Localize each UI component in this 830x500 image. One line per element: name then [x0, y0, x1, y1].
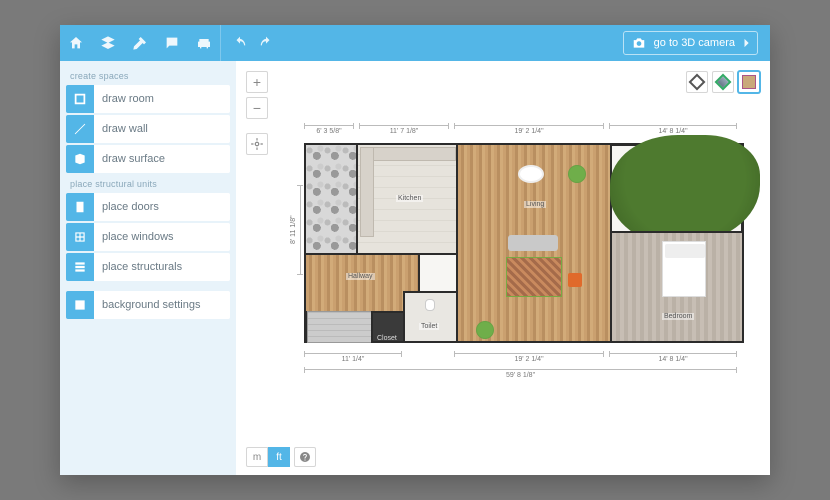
sidebar-item-place-windows[interactable]: place windows [66, 223, 230, 251]
room-toilet[interactable]: Toilet [403, 291, 458, 343]
stairs[interactable] [307, 311, 373, 343]
sidebar-item-label: place windows [102, 231, 174, 243]
dimension-label: 59' 8 1/8" [304, 369, 737, 379]
room-closet[interactable]: Closet [371, 311, 405, 343]
dimension-label: 14' 8 1/4" [609, 353, 737, 363]
window-icon [66, 223, 94, 251]
room-label: Hallway [346, 273, 375, 280]
sidebar-group-structural: place structural units [66, 175, 230, 191]
help-button[interactable] [294, 447, 316, 467]
chevron-right-icon [743, 38, 751, 48]
layers-icon[interactable] [92, 25, 124, 61]
home-icon[interactable] [60, 25, 92, 61]
draw-surface-icon [66, 145, 94, 173]
room-living[interactable]: Living [456, 143, 612, 343]
sidebar: create spaces draw room draw wall draw s… [60, 61, 236, 475]
room-kitchen[interactable]: Kitchen [356, 143, 458, 255]
app-body: create spaces draw room draw wall draw s… [60, 61, 770, 475]
dimension-label: 19' 2 1/4" [454, 125, 604, 135]
sidebar-item-label: draw wall [102, 123, 148, 135]
topbar: go to 3D camera [60, 25, 770, 61]
view-mode-controls [686, 71, 760, 93]
room-label: Closet [375, 335, 399, 342]
sidebar-item-label: background settings [102, 299, 200, 311]
go-to-3d-camera-button[interactable]: go to 3D camera [623, 31, 758, 55]
zoom-out-button[interactable]: − [246, 97, 268, 119]
dimension-label: 11' 1/4" [304, 353, 402, 363]
furniture-icon[interactable] [188, 25, 220, 61]
background-icon [66, 291, 94, 319]
draw-wall-icon [66, 115, 94, 143]
camera-icon [632, 37, 646, 49]
unit-meters-button[interactable]: m [246, 447, 268, 467]
view-mode-color[interactable] [712, 71, 734, 93]
garden[interactable] [610, 143, 744, 233]
build-icon[interactable] [124, 25, 156, 61]
app-window: go to 3D camera create spaces draw room … [60, 25, 770, 475]
comment-icon[interactable] [156, 25, 188, 61]
zoom-controls: + − [246, 71, 268, 155]
room-label: Bedroom [662, 313, 694, 320]
unit-controls: m ft [246, 447, 316, 467]
camera-button-label: go to 3D camera [654, 37, 735, 49]
sidebar-item-draw-room[interactable]: draw room [66, 85, 230, 113]
room-label: Living [524, 201, 546, 208]
sidebar-item-draw-surface[interactable]: draw surface [66, 145, 230, 173]
topbar-nav [60, 25, 221, 61]
recenter-button[interactable] [246, 133, 268, 155]
sidebar-item-place-doors[interactable]: place doors [66, 193, 230, 221]
floor-plan[interactable]: 6' 3 5/8" 11' 7 1/8" 19' 2 1/4" 14' 8 1/… [304, 125, 754, 385]
dimension-label: 8' 11 1/8" [290, 185, 301, 275]
history-controls [221, 25, 285, 61]
dimension-label: 11' 7 1/8" [359, 125, 449, 135]
redo-button[interactable] [253, 25, 279, 61]
dimension-label: 14' 8 1/4" [609, 125, 737, 135]
room-entry[interactable] [304, 143, 358, 255]
unit-feet-button[interactable]: ft [268, 447, 290, 467]
floor-plan-area[interactable]: Kitchen Living [304, 143, 744, 343]
sidebar-group-create: create spaces [66, 67, 230, 83]
sidebar-item-draw-wall[interactable]: draw wall [66, 115, 230, 143]
view-mode-line[interactable] [686, 71, 708, 93]
zoom-in-button[interactable]: + [246, 71, 268, 93]
room-label: Kitchen [396, 195, 423, 202]
room-bedroom[interactable]: Bedroom [610, 231, 744, 343]
sidebar-item-label: draw room [102, 93, 154, 105]
draw-room-icon [66, 85, 94, 113]
structural-icon [66, 253, 94, 281]
sidebar-item-place-structurals[interactable]: place structurals [66, 253, 230, 281]
sidebar-item-label: place structurals [102, 261, 182, 273]
sidebar-item-background-settings[interactable]: background settings [66, 291, 230, 319]
sidebar-item-label: draw surface [102, 153, 165, 165]
dimension-label: 19' 2 1/4" [454, 353, 604, 363]
undo-button[interactable] [227, 25, 253, 61]
dimension-label: 6' 3 5/8" [304, 125, 354, 135]
view-mode-texture[interactable] [738, 71, 760, 93]
canvas[interactable]: + − m ft 6' 3 5/8" [236, 61, 770, 475]
sidebar-item-label: place doors [102, 201, 159, 213]
door-icon [66, 193, 94, 221]
room-label: Toilet [419, 323, 439, 330]
